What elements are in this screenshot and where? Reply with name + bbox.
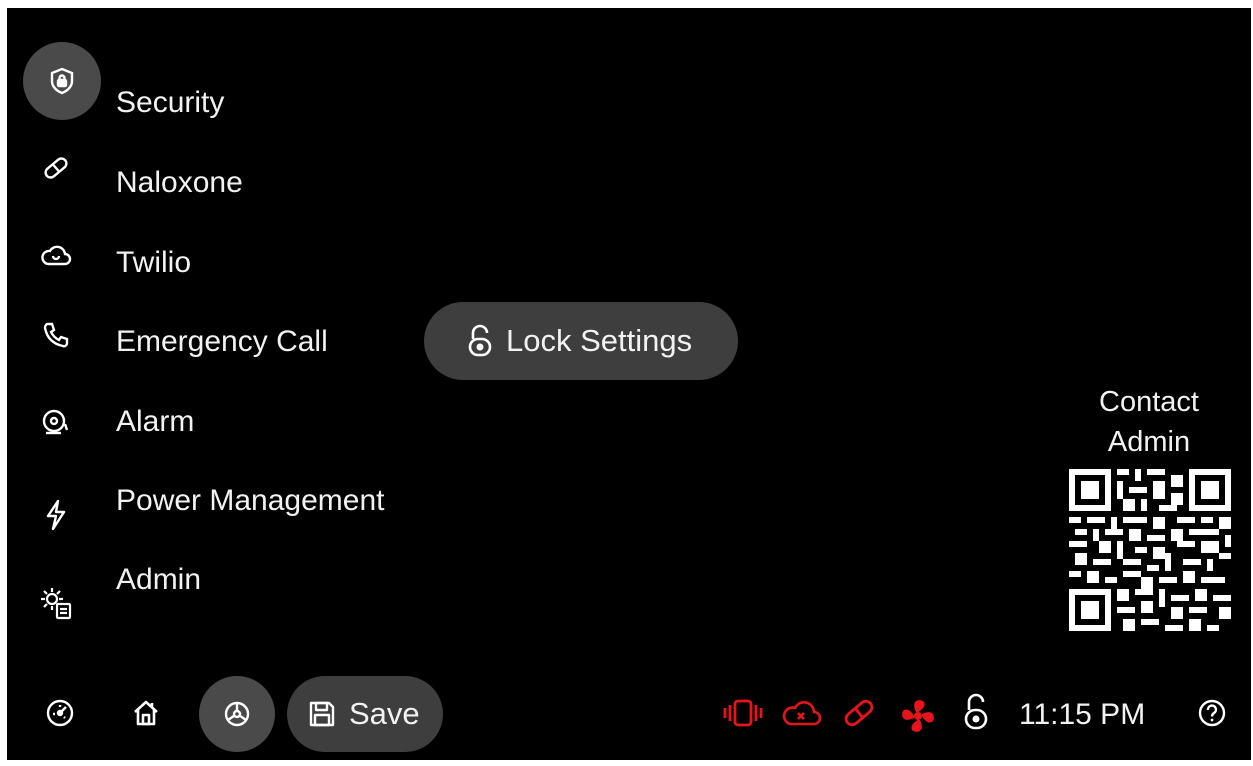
alarm-bell-icon xyxy=(39,406,73,440)
qr-code-icon xyxy=(1069,469,1231,631)
sidebar-item-alarm-icon-button[interactable] xyxy=(39,406,73,440)
sidebar-item-power-management-icon-button[interactable] xyxy=(39,498,73,532)
sidebar-item-security-icon-button[interactable] xyxy=(23,42,101,120)
cloud-icon xyxy=(39,241,73,269)
pill-alert-icon xyxy=(840,696,878,730)
admin-label: Admin xyxy=(1107,426,1191,458)
lock-settings-label: Lock Settings xyxy=(506,323,693,358)
sidebar-item-naloxone[interactable]: Naloxone xyxy=(116,166,243,200)
help-icon xyxy=(1197,698,1227,728)
sidebar-item-naloxone-icon-button[interactable] xyxy=(39,151,73,185)
sidebar-item-admin[interactable]: Admin xyxy=(116,563,201,597)
save-label: Save xyxy=(349,696,420,731)
pill-alert-status[interactable] xyxy=(837,696,881,730)
cloud-error-status[interactable] xyxy=(777,696,825,730)
dashboard-button[interactable] xyxy=(43,696,77,730)
app-screen: Security Naloxone Twilio Emergency Call … xyxy=(7,8,1251,760)
shield-lock-icon xyxy=(47,66,77,96)
admin-gear-icon xyxy=(38,585,74,621)
unlocked-padlock-icon xyxy=(466,324,494,358)
contact-label: Contact xyxy=(1099,386,1199,418)
unlocked-padlock-icon xyxy=(962,693,990,731)
sidebar-item-twilio-icon-button[interactable] xyxy=(39,238,73,272)
sidebar-item-twilio[interactable]: Twilio xyxy=(116,246,191,280)
lock-settings-button[interactable]: Lock Settings xyxy=(424,302,738,380)
sidebar-item-alarm[interactable]: Alarm xyxy=(116,405,194,439)
sidebar-item-security[interactable]: Security xyxy=(116,86,224,120)
vibration-alert-icon xyxy=(722,698,764,728)
home-icon xyxy=(131,698,161,728)
pill-icon xyxy=(40,152,72,184)
dashboard-gauge-icon xyxy=(45,698,75,728)
sidebar-item-emergency-call[interactable]: Emergency Call xyxy=(116,325,328,359)
cloud-error-icon xyxy=(778,698,824,728)
settings-wheel-icon xyxy=(223,700,251,728)
sidebar-item-power-management[interactable]: Power Management xyxy=(116,484,384,518)
settings-button[interactable] xyxy=(199,676,275,752)
sidebar-item-emergency-call-icon-button[interactable] xyxy=(39,318,73,352)
help-button[interactable] xyxy=(1195,696,1229,730)
phone-icon xyxy=(41,320,71,350)
save-icon xyxy=(307,699,337,729)
save-button[interactable]: Save xyxy=(287,676,443,752)
sidebar-item-admin-icon-button[interactable] xyxy=(39,586,73,620)
vibration-alert-status[interactable] xyxy=(721,696,765,730)
clock-time: 11:15 PM xyxy=(1019,698,1146,731)
home-button[interactable] xyxy=(129,696,163,730)
fan-alert-status[interactable] xyxy=(897,696,939,736)
lightning-icon xyxy=(43,498,69,532)
fan-alert-icon xyxy=(898,696,938,736)
lock-status[interactable] xyxy=(961,692,991,732)
contact-admin-block: Contact Admin xyxy=(1079,382,1219,462)
